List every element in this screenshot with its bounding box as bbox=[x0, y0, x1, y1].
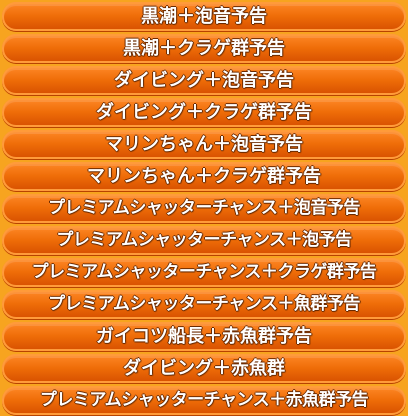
menu-item-label: プレミアムシャッターチャンス＋泡予告 bbox=[56, 230, 352, 250]
menu-item-label: 黒潮＋クラゲ群予告 bbox=[123, 38, 285, 59]
menu-item-label: マリンちゃん＋泡音予告 bbox=[105, 134, 303, 155]
menu-item-premium-red-fish[interactable]: プレミアムシャッターチャンス＋赤魚群予告 bbox=[2, 386, 406, 415]
menu-item-kuroshio-jellyfish[interactable]: 黒潮＋クラゲ群予告 bbox=[2, 34, 406, 63]
menu-item-kuroshio-bubble[interactable]: 黒潮＋泡音予告 bbox=[2, 2, 406, 31]
menu-list: 黒潮＋泡音予告 黒潮＋クラゲ群予告 ダイビング＋泡音予告 ダイビング＋クラゲ群予… bbox=[0, 0, 408, 416]
menu-item-label: プレミアムシャッターチャンス＋赤魚群予告 bbox=[39, 390, 369, 410]
menu-item-premium-bubble[interactable]: プレミアムシャッターチャンス＋泡音予告 bbox=[2, 194, 406, 223]
menu-item-premium-jellyfish[interactable]: プレミアムシャッターチャンス＋クラゲ群予告 bbox=[2, 258, 406, 287]
menu-item-diving-bubble[interactable]: ダイビング＋泡音予告 bbox=[2, 66, 406, 95]
menu-item-label: ダイビング＋泡音予告 bbox=[114, 70, 294, 91]
menu-item-marin-bubble[interactable]: マリンちゃん＋泡音予告 bbox=[2, 130, 406, 159]
menu-item-label: プレミアムシャッターチャンス＋クラゲ群予告 bbox=[31, 262, 377, 282]
menu-item-label: プレミアムシャッターチャンス＋泡音予告 bbox=[48, 198, 360, 218]
menu-item-label: ガイコツ船長＋赤魚群予告 bbox=[96, 326, 312, 347]
menu-item-label: ダイビング＋クラゲ群予告 bbox=[96, 102, 312, 123]
menu-item-label: 黒潮＋泡音予告 bbox=[141, 6, 267, 27]
menu-item-label: マリンちゃん＋クラゲ群予告 bbox=[87, 166, 321, 187]
menu-item-label: ダイビング＋赤魚群 bbox=[123, 358, 285, 379]
menu-item-marin-jellyfish[interactable]: マリンちゃん＋クラゲ群予告 bbox=[2, 162, 406, 191]
menu-item-diving-jellyfish[interactable]: ダイビング＋クラゲ群予告 bbox=[2, 98, 406, 127]
menu-item-premium-foam[interactable]: プレミアムシャッターチャンス＋泡予告 bbox=[2, 226, 406, 255]
menu-item-diving-red-fish[interactable]: ダイビング＋赤魚群 bbox=[2, 354, 406, 383]
menu-item-label: プレミアムシャッターチャンス＋魚群予告 bbox=[48, 294, 360, 314]
menu-item-skeleton-captain-red-fish[interactable]: ガイコツ船長＋赤魚群予告 bbox=[2, 322, 406, 351]
menu-item-premium-fish[interactable]: プレミアムシャッターチャンス＋魚群予告 bbox=[2, 290, 406, 319]
